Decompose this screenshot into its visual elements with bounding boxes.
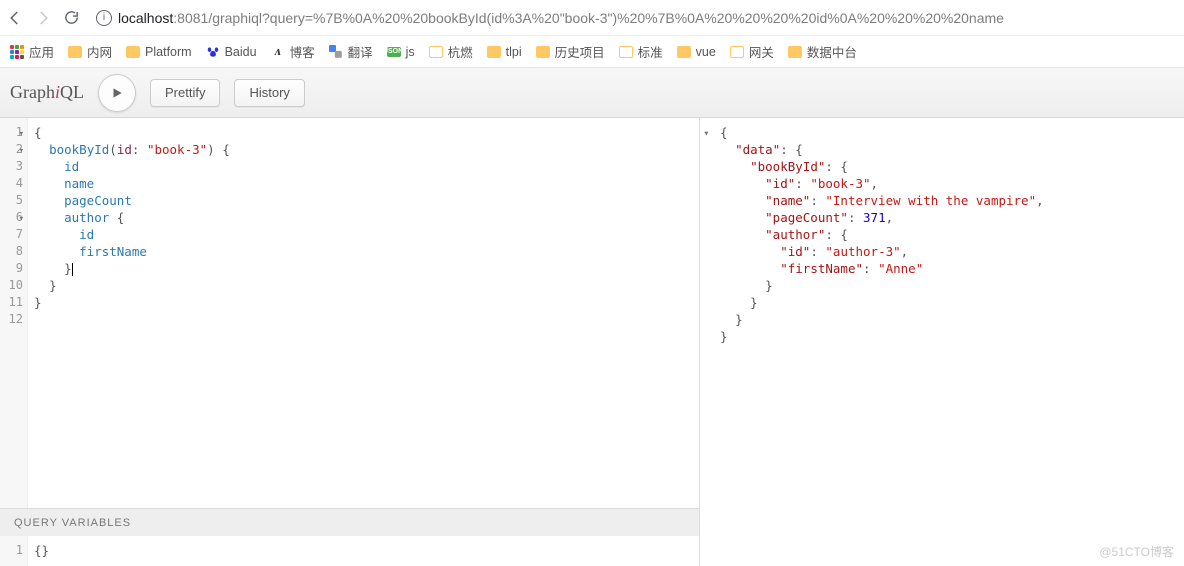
result-code[interactable]: { "data": { "bookById": { "id": "book-3"… bbox=[714, 118, 1184, 566]
history-button[interactable]: History bbox=[234, 79, 304, 107]
vars-gutter: 1 bbox=[0, 536, 28, 566]
blog-icon: ᴧ bbox=[271, 45, 285, 59]
folder-icon bbox=[126, 46, 140, 58]
folder-icon bbox=[619, 46, 633, 58]
prettify-button[interactable]: Prettify bbox=[150, 79, 220, 107]
bookmark-杭燃[interactable]: 杭燃 bbox=[429, 42, 473, 61]
query-code[interactable]: { bookById(id: "book-3") { id name pageC… bbox=[28, 118, 699, 508]
folder-icon bbox=[429, 46, 443, 58]
query-pane: 1▾ 2▾ 345 6▾ 789101112 { bookById(id: "b… bbox=[0, 118, 700, 566]
baidu-icon bbox=[206, 45, 220, 59]
vars-code[interactable]: {} bbox=[28, 536, 699, 566]
query-variables-header[interactable]: QUERY VARIABLES bbox=[0, 508, 699, 536]
translate-icon bbox=[329, 45, 343, 59]
query-editor[interactable]: 1▾ 2▾ 345 6▾ 789101112 { bookById(id: "b… bbox=[0, 118, 699, 508]
execute-button[interactable] bbox=[98, 74, 136, 112]
folder-icon bbox=[788, 46, 802, 58]
url-bar[interactable]: i localhost:8081/graphiql?query=%7B%0A%2… bbox=[90, 10, 1178, 26]
apps-shortcut[interactable]: 应用 bbox=[10, 42, 54, 61]
folder-icon bbox=[677, 46, 691, 58]
bookmark-翻译[interactable]: 翻译 bbox=[329, 42, 373, 61]
result-gutter: ▾ ▾ ▾ ▾ bbox=[700, 118, 714, 566]
result-pane: ▾ ▾ ▾ ▾ { "data": { "bookById": { "id": … bbox=[700, 118, 1184, 566]
bookmarks-bar: 应用 内网 Platform Baidu ᴧ博客 翻译 JSONjs 杭燃 tl… bbox=[0, 36, 1184, 68]
url-text: localhost:8081/graphiql?query=%7B%0A%20%… bbox=[118, 10, 1004, 26]
bookmark-数据中台[interactable]: 数据中台 bbox=[788, 42, 857, 61]
site-info-icon[interactable]: i bbox=[96, 10, 112, 26]
bookmark-历史项目[interactable]: 历史项目 bbox=[536, 42, 605, 61]
bookmark-博客[interactable]: ᴧ博客 bbox=[271, 42, 315, 61]
forward-button[interactable] bbox=[34, 9, 52, 27]
bookmark-网关[interactable]: 网关 bbox=[730, 42, 774, 61]
bookmark-标准[interactable]: 标准 bbox=[619, 42, 663, 61]
play-icon bbox=[110, 86, 124, 100]
bookmark-内网[interactable]: 内网 bbox=[68, 42, 112, 61]
json-icon: JSON bbox=[387, 45, 401, 59]
back-button[interactable] bbox=[6, 9, 24, 27]
browser-nav-bar: i localhost:8081/graphiql?query=%7B%0A%2… bbox=[0, 0, 1184, 36]
line-gutter: 1▾ 2▾ 345 6▾ 789101112 bbox=[0, 118, 28, 508]
bookmark-platform[interactable]: Platform bbox=[126, 45, 192, 59]
folder-icon bbox=[68, 46, 82, 58]
bookmark-baidu[interactable]: Baidu bbox=[206, 45, 257, 59]
graphiql-logo: GraphiQL bbox=[10, 82, 84, 103]
apps-icon bbox=[10, 45, 24, 59]
folder-icon bbox=[487, 46, 501, 58]
apps-label: 应用 bbox=[29, 42, 54, 61]
folder-icon bbox=[536, 46, 550, 58]
graphiql-toolbar: GraphiQL Prettify History bbox=[0, 68, 1184, 118]
bookmark-vue[interactable]: vue bbox=[677, 45, 716, 59]
graphiql-main: 1▾ 2▾ 345 6▾ 789101112 { bookById(id: "b… bbox=[0, 118, 1184, 566]
watermark: @51CTO博客 bbox=[1099, 543, 1174, 560]
reload-button[interactable] bbox=[62, 9, 80, 27]
query-variables-editor[interactable]: 1 {} bbox=[0, 536, 699, 566]
folder-icon bbox=[730, 46, 744, 58]
bookmark-js[interactable]: JSONjs bbox=[387, 45, 415, 59]
bookmark-tlpi[interactable]: tlpi bbox=[487, 45, 522, 59]
